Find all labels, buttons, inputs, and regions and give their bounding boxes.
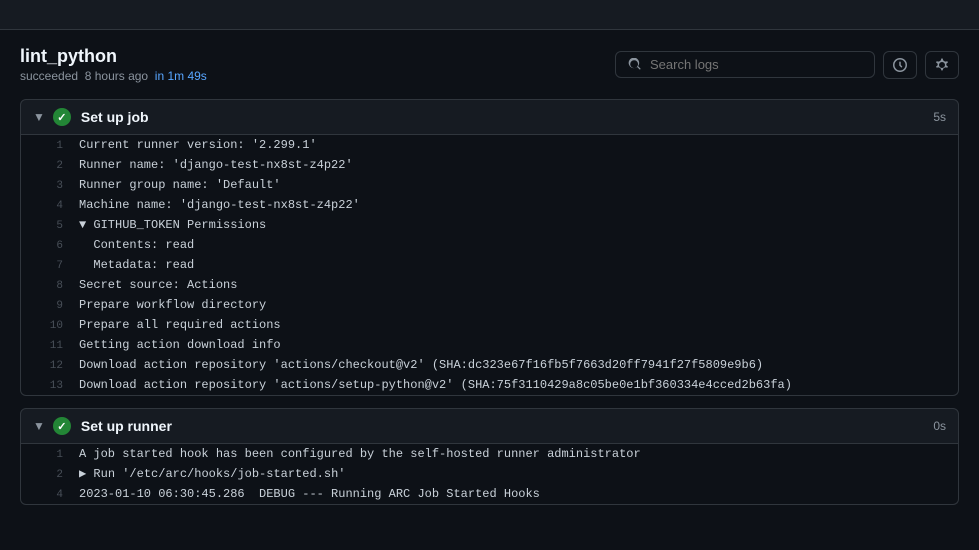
line-number: 4 [33, 199, 63, 212]
line-number: 7 [33, 259, 63, 272]
line-number: 13 [33, 379, 63, 392]
top-bar [0, 0, 979, 30]
settings-button[interactable] [925, 51, 959, 79]
log-text: Runner name: 'django-test-nx8st-z4p22' [79, 156, 353, 174]
log-line: 6 Contents: read [21, 235, 958, 255]
line-number: 3 [33, 179, 63, 192]
line-number: 1 [33, 139, 63, 152]
log-text: Download action repository 'actions/chec… [79, 356, 763, 374]
search-icon [628, 58, 642, 72]
job-status: succeeded [20, 69, 78, 83]
line-number: 6 [33, 239, 63, 252]
job-title-section: lint_python succeeded 8 hours ago in 1m … [20, 46, 207, 83]
log-text: Download action repository 'actions/setu… [79, 376, 792, 394]
sections-container: ▼ Set up job 5s 1 Current runner version:… [20, 99, 959, 505]
job-time: 8 hours ago [85, 69, 148, 83]
log-line: 4 Machine name: 'django-test-nx8st-z4p22' [21, 195, 958, 215]
log-text: ▶ Run '/etc/arc/hooks/job-started.sh' [79, 465, 345, 483]
log-line: 8 Secret source: Actions [21, 275, 958, 295]
log-text: ▼ GITHUB_TOKEN Permissions [79, 216, 266, 234]
line-number: 1 [33, 448, 63, 461]
log-text: Prepare workflow directory [79, 296, 266, 314]
main-content: lint_python succeeded 8 hours ago in 1m … [0, 30, 979, 533]
settings-icon [934, 57, 950, 73]
log-text: Runner group name: 'Default' [79, 176, 281, 194]
log-line: 12 Download action repository 'actions/ch… [21, 355, 958, 375]
log-line: 2 Runner name: 'django-test-nx8st-z4p22' [21, 155, 958, 175]
section-title-setup-runner: Set up runner [81, 418, 933, 434]
search-input[interactable] [650, 57, 862, 72]
log-text: A job started hook has been configured b… [79, 445, 641, 463]
chevron-icon: ▼ [33, 110, 45, 124]
success-icon-setup-job [53, 108, 71, 126]
log-line: 4 2023-01-10 06:30:45.286 DEBUG --- Runni… [21, 484, 958, 504]
log-container-setup-job: 1 Current runner version: '2.299.1' 2 Runne… [20, 135, 959, 396]
log-line: 10 Prepare all required actions [21, 315, 958, 335]
log-text: Current runner version: '2.299.1' [79, 136, 317, 154]
log-text: Secret source: Actions [79, 276, 237, 294]
line-number: 10 [33, 319, 63, 332]
job-controls [615, 51, 959, 79]
log-line: 5 ▼ GITHUB_TOKEN Permissions [21, 215, 958, 235]
log-line: 2 ▶ Run '/etc/arc/hooks/job-started.sh' [21, 464, 958, 484]
line-number: 8 [33, 279, 63, 292]
log-text: Metadata: read [79, 256, 194, 274]
log-line: 11 Getting action download info [21, 335, 958, 355]
log-container-setup-runner: 1 A job started hook has been configured … [20, 444, 959, 505]
line-number: 11 [33, 339, 63, 352]
search-box[interactable] [615, 51, 875, 78]
log-line: 9 Prepare workflow directory [21, 295, 958, 315]
success-icon-setup-runner [53, 417, 71, 435]
log-line: 1 Current runner version: '2.299.1' [21, 135, 958, 155]
refresh-button[interactable] [883, 51, 917, 79]
line-number: 4 [33, 488, 63, 501]
refresh-icon [892, 57, 908, 73]
job-meta: succeeded 8 hours ago in 1m 49s [20, 69, 207, 83]
log-line: 13 Download action repository 'actions/se… [21, 375, 958, 395]
log-text: Contents: read [79, 236, 194, 254]
job-header: lint_python succeeded 8 hours ago in 1m … [20, 46, 959, 83]
log-line: 1 A job started hook has been configured … [21, 444, 958, 464]
line-number: 9 [33, 299, 63, 312]
line-number: 2 [33, 468, 63, 481]
log-text: Prepare all required actions [79, 316, 281, 334]
job-title: lint_python [20, 46, 207, 67]
section-header-setup-job[interactable]: ▼ Set up job 5s [20, 99, 959, 135]
log-text: Getting action download info [79, 336, 281, 354]
section-title-setup-job: Set up job [81, 109, 933, 125]
section-duration-setup-job: 5s [933, 110, 946, 124]
section-duration-setup-runner: 0s [933, 419, 946, 433]
line-number: 2 [33, 159, 63, 172]
line-number: 5 [33, 219, 63, 232]
section-header-setup-runner[interactable]: ▼ Set up runner 0s [20, 408, 959, 444]
chevron-icon: ▼ [33, 419, 45, 433]
log-line: 3 Runner group name: 'Default' [21, 175, 958, 195]
line-number: 12 [33, 359, 63, 372]
log-text: 2023-01-10 06:30:45.286 DEBUG --- Runnin… [79, 485, 540, 503]
job-duration-link[interactable]: in 1m 49s [155, 69, 207, 83]
log-line: 7 Metadata: read [21, 255, 958, 275]
section-setup-job: ▼ Set up job 5s 1 Current runner version:… [20, 99, 959, 396]
section-setup-runner: ▼ Set up runner 0s 1 A job started hook h… [20, 408, 959, 505]
log-text: Machine name: 'django-test-nx8st-z4p22' [79, 196, 360, 214]
